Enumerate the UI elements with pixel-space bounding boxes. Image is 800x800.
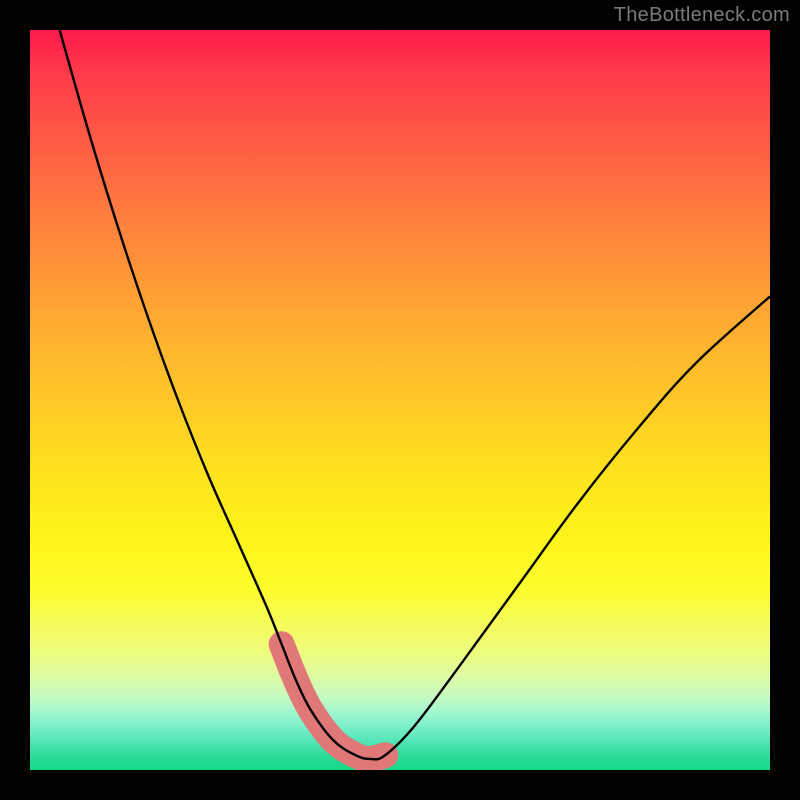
highlight-band bbox=[270, 632, 398, 767]
plot-area bbox=[30, 30, 770, 770]
watermark-text: TheBottleneck.com bbox=[614, 4, 790, 27]
chart-frame: TheBottleneck.com bbox=[0, 0, 800, 800]
bottleneck-curve bbox=[60, 30, 770, 759]
curve-layer bbox=[30, 30, 770, 770]
